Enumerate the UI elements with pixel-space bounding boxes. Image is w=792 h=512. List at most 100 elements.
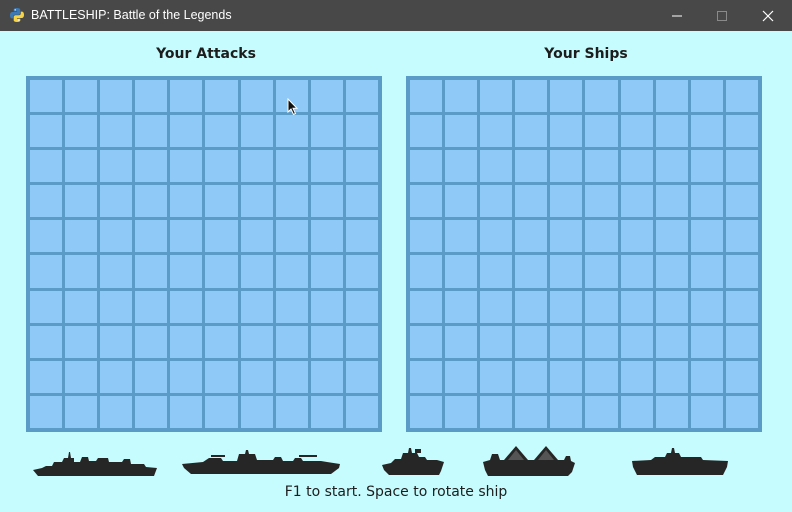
ship-grid-cell[interactable] — [410, 360, 443, 393]
ship-grid-cell[interactable] — [585, 150, 618, 183]
ship-grid-cell[interactable] — [585, 255, 618, 288]
ship-grid-cell[interactable] — [725, 80, 758, 113]
attack-grid-cell[interactable] — [100, 290, 133, 323]
attack-grid-cell[interactable] — [135, 115, 168, 148]
ship-grid-cell[interactable] — [550, 255, 583, 288]
ship-grid-cell[interactable] — [620, 150, 653, 183]
attack-grid-cell[interactable] — [170, 185, 203, 218]
ship-grid-cell[interactable] — [550, 185, 583, 218]
ship-grid-cell[interactable] — [655, 115, 688, 148]
ship-grid-cell[interactable] — [725, 150, 758, 183]
attack-grid-cell[interactable] — [65, 255, 98, 288]
ship-grid-cell[interactable] — [655, 290, 688, 323]
attack-grid-cell[interactable] — [30, 255, 63, 288]
ship-grid-cell[interactable] — [480, 325, 513, 358]
ship-grid-cell[interactable] — [445, 115, 478, 148]
attack-grid-cell[interactable] — [240, 395, 273, 428]
ship-grid-cell[interactable] — [655, 325, 688, 358]
attack-grid-cell[interactable] — [310, 220, 343, 253]
attack-grid-cell[interactable] — [345, 395, 378, 428]
ship-grid-cell[interactable] — [445, 290, 478, 323]
ship-grid-cell[interactable] — [515, 325, 548, 358]
attack-grid-cell[interactable] — [310, 80, 343, 113]
attack-grid-cell[interactable] — [65, 325, 98, 358]
ship-grid-cell[interactable] — [585, 325, 618, 358]
attack-grid-cell[interactable] — [240, 360, 273, 393]
ship-grid-cell[interactable] — [585, 115, 618, 148]
attack-grid-cell[interactable] — [310, 115, 343, 148]
ship-grid-cell[interactable] — [690, 150, 723, 183]
ship-grid-cell[interactable] — [410, 325, 443, 358]
attack-grid-cell[interactable] — [65, 220, 98, 253]
ship-grid-cell[interactable] — [445, 325, 478, 358]
patrol-boat-silhouette[interactable] — [381, 445, 445, 477]
attack-grid-cell[interactable] — [310, 255, 343, 288]
attack-grid-cell[interactable] — [135, 290, 168, 323]
attack-grid-cell[interactable] — [135, 150, 168, 183]
ship-grid-cell[interactable] — [585, 80, 618, 113]
attack-grid-cell[interactable] — [205, 185, 238, 218]
attack-grid-cell[interactable] — [275, 150, 308, 183]
attack-grid-cell[interactable] — [65, 185, 98, 218]
attack-grid-cell[interactable] — [310, 325, 343, 358]
attack-grid-cell[interactable] — [100, 360, 133, 393]
attack-grid-cell[interactable] — [30, 115, 63, 148]
ship-grid-cell[interactable] — [550, 395, 583, 428]
destroyer-silhouette[interactable] — [32, 446, 158, 478]
ship-grid-cell[interactable] — [480, 115, 513, 148]
ship-grid-cell[interactable] — [620, 220, 653, 253]
ships-board[interactable] — [406, 76, 762, 432]
ship-grid-cell[interactable] — [480, 150, 513, 183]
attack-grid-cell[interactable] — [205, 80, 238, 113]
ship-grid-cell[interactable] — [690, 185, 723, 218]
ship-grid-cell[interactable] — [515, 255, 548, 288]
attack-grid-cell[interactable] — [30, 185, 63, 218]
ship-grid-cell[interactable] — [410, 150, 443, 183]
attack-grid-cell[interactable] — [65, 150, 98, 183]
ship-grid-cell[interactable] — [620, 185, 653, 218]
attack-grid-cell[interactable] — [205, 115, 238, 148]
ship-grid-cell[interactable] — [690, 395, 723, 428]
ship-grid-cell[interactable] — [550, 360, 583, 393]
ship-grid-cell[interactable] — [655, 360, 688, 393]
attack-grid-cell[interactable] — [170, 115, 203, 148]
attack-grid-cell[interactable] — [310, 360, 343, 393]
attack-grid-cell[interactable] — [100, 395, 133, 428]
attack-grid-cell[interactable] — [135, 185, 168, 218]
attack-grid-cell[interactable] — [345, 80, 378, 113]
attack-grid-cell[interactable] — [205, 395, 238, 428]
ship-grid-cell[interactable] — [550, 290, 583, 323]
ship-grid-cell[interactable] — [410, 185, 443, 218]
attack-grid-cell[interactable] — [345, 115, 378, 148]
ship-grid-cell[interactable] — [725, 185, 758, 218]
ship-grid-cell[interactable] — [515, 360, 548, 393]
attack-grid-cell[interactable] — [65, 395, 98, 428]
ship-grid-cell[interactable] — [480, 290, 513, 323]
ship-grid-cell[interactable] — [445, 395, 478, 428]
ship-grid-cell[interactable] — [620, 395, 653, 428]
attack-grid-cell[interactable] — [100, 150, 133, 183]
attack-grid-cell[interactable] — [275, 290, 308, 323]
attack-grid-cell[interactable] — [205, 325, 238, 358]
attack-grid-cell[interactable] — [240, 115, 273, 148]
ship-grid-cell[interactable] — [550, 325, 583, 358]
ship-grid-cell[interactable] — [655, 255, 688, 288]
ship-grid-cell[interactable] — [550, 150, 583, 183]
ship-grid-cell[interactable] — [480, 185, 513, 218]
ship-grid-cell[interactable] — [585, 360, 618, 393]
attacks-board[interactable] — [26, 76, 382, 432]
attack-grid-cell[interactable] — [135, 255, 168, 288]
attack-grid-cell[interactable] — [30, 395, 63, 428]
attack-grid-cell[interactable] — [205, 255, 238, 288]
title-bar[interactable]: BATTLESHIP: Battle of the Legends — [0, 0, 792, 31]
attack-grid-cell[interactable] — [100, 255, 133, 288]
attack-grid-cell[interactable] — [240, 325, 273, 358]
ship-grid-cell[interactable] — [550, 80, 583, 113]
ship-grid-cell[interactable] — [410, 220, 443, 253]
ship-grid-cell[interactable] — [585, 220, 618, 253]
ship-grid-cell[interactable] — [690, 255, 723, 288]
maximize-button[interactable] — [699, 0, 745, 31]
ship-grid-cell[interactable] — [445, 150, 478, 183]
ship-grid-cell[interactable] — [620, 80, 653, 113]
attack-grid-cell[interactable] — [345, 150, 378, 183]
